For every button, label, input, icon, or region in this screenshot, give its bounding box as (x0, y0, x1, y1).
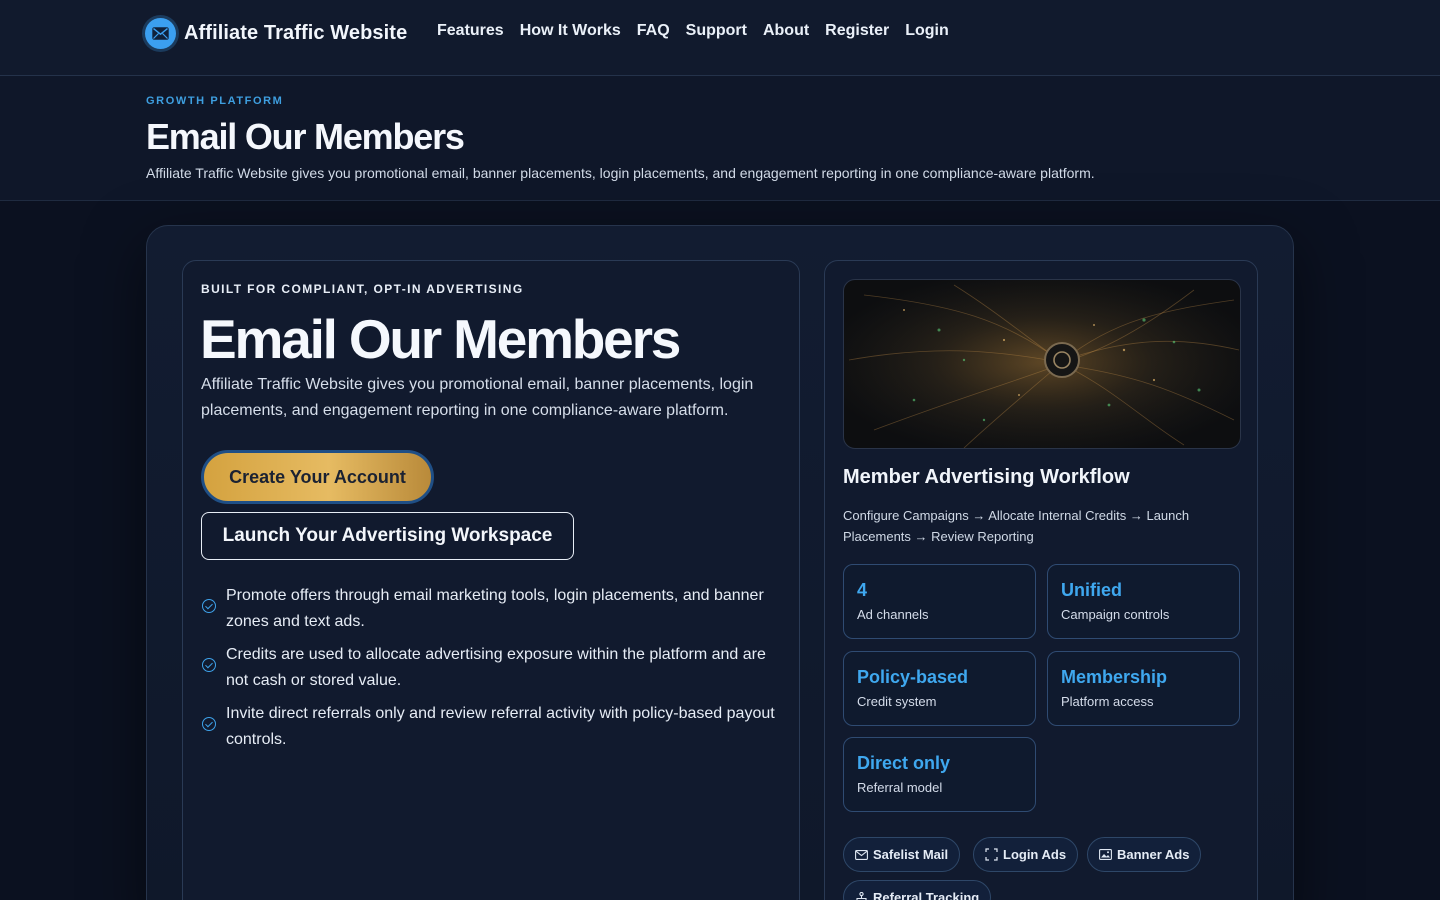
stat-label: Ad channels (857, 607, 929, 622)
page-description: Affiliate Traffic Website gives you prom… (146, 165, 1095, 181)
brand[interactable]: Affiliate Traffic Website (145, 17, 407, 49)
stat-value: Policy-based (857, 667, 969, 687)
launch-workspace-button[interactable]: Launch Your Advertising Workspace (201, 512, 574, 560)
stat-card-referral-model: Direct only Referral model (843, 737, 1036, 812)
stat-card-ad-channels: 4 Ad channels (843, 564, 1036, 639)
top-navigation-bar: Affiliate Traffic Website Features How I… (0, 0, 1440, 76)
network-icon (855, 891, 868, 900)
check-circle-icon (202, 717, 216, 731)
workflow-card: Member Advertising Workflow Configure Ca… (824, 260, 1258, 900)
expand-icon (985, 848, 998, 861)
stat-label: Credit system (857, 694, 937, 709)
list-item: Promote offers through email marketing t… (201, 583, 781, 635)
hero-title: Email Our Members (200, 308, 681, 370)
feature-text: Credits are used to allocate advertising… (226, 646, 766, 689)
image-icon (1099, 849, 1112, 860)
chip-label: Safelist Mail (873, 847, 949, 862)
nav-link-support[interactable]: Support (686, 20, 747, 42)
nav-link-register[interactable]: Register (825, 20, 889, 42)
stat-label: Platform access (1061, 694, 1154, 709)
stat-card-platform-access: Membership Platform access (1047, 651, 1240, 726)
chip-banner-ads[interactable]: Banner Ads (1087, 837, 1202, 872)
page-header: GROWTH PLATFORM Email Our Members Affili… (0, 76, 1440, 201)
stat-value: 4 (857, 580, 868, 600)
stat-label: Referral model (857, 780, 943, 795)
hero-eyebrow: BUILT FOR COMPLIANT, OPT-IN ADVERTISING (201, 282, 524, 296)
stat-card-campaign-controls: Unified Campaign controls (1047, 564, 1240, 639)
stat-value: Membership (1061, 667, 1168, 687)
list-item: Invite direct referrals only and review … (201, 701, 781, 753)
envelope-icon (145, 17, 176, 49)
nav-link-about[interactable]: About (763, 20, 809, 42)
feature-text: Promote offers through email marketing t… (226, 587, 764, 630)
create-account-button[interactable]: Create Your Account (201, 450, 434, 504)
workflow-steps: Configure Campaigns → Allocate Internal … (843, 508, 1190, 544)
feature-text: Invite direct referrals only and review … (226, 705, 775, 748)
stat-value: Direct only (857, 753, 951, 773)
main-nav: Features How It Works FAQ Support About … (437, 20, 949, 42)
stat-card-credit-system: Policy-based Credit system (843, 651, 1036, 726)
chip-safelist-mail[interactable]: Safelist Mail (843, 837, 961, 872)
nav-link-login[interactable]: Login (905, 20, 949, 42)
workflow-title: Member Advertising Workflow (843, 466, 1130, 488)
hero-description: Affiliate Traffic Website gives you prom… (201, 376, 754, 419)
list-item: Credits are used to allocate advertising… (201, 642, 781, 694)
nav-link-faq[interactable]: FAQ (637, 20, 670, 42)
brand-name: Affiliate Traffic Website (184, 21, 408, 44)
chip-label: Login Ads (1003, 847, 1067, 862)
chip-label: Banner Ads (1117, 847, 1190, 862)
nav-link-how-it-works[interactable]: How It Works (520, 20, 621, 42)
chip-login-ads[interactable]: Login Ads (973, 837, 1079, 872)
check-circle-icon (202, 658, 216, 672)
feature-list: Promote offers through email marketing t… (201, 583, 781, 760)
mail-icon (855, 849, 868, 860)
page-title: Email Our Members (146, 116, 465, 157)
nav-link-features[interactable]: Features (437, 20, 504, 42)
network-illustration (843, 279, 1241, 449)
chip-label: Referral Tracking (873, 890, 980, 900)
stat-value: Unified (1061, 580, 1122, 600)
chip-referral-tracking[interactable]: Referral Tracking (843, 880, 992, 900)
check-circle-icon (202, 599, 216, 613)
stat-label: Campaign controls (1061, 607, 1170, 622)
page-eyebrow: GROWTH PLATFORM (146, 95, 284, 107)
hero-card: BUILT FOR COMPLIANT, OPT-IN ADVERTISING … (182, 260, 800, 900)
